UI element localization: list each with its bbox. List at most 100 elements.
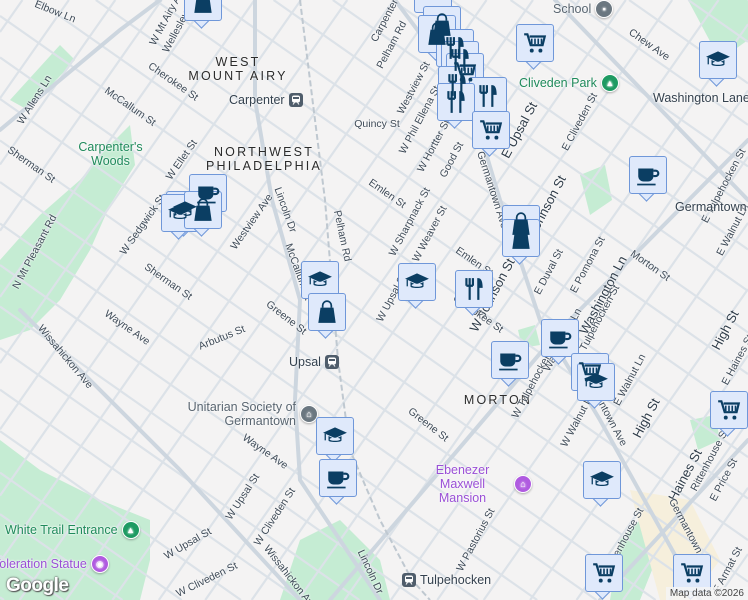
map-marker-shopping-cart[interactable] [710, 391, 748, 437]
street [0, 0, 24, 33]
map-marker-school[interactable] [316, 417, 354, 463]
park-icon: ▲ [600, 74, 619, 92]
coffee-icon [325, 465, 351, 491]
school-icon [589, 467, 615, 493]
marker-body [516, 24, 554, 62]
map-marker-shopping-bag[interactable] [308, 293, 346, 339]
map-marker-shopping-bag[interactable] [184, 0, 222, 29]
map-marker-school[interactable] [583, 461, 621, 507]
poi-label: Cliveden Park [519, 76, 597, 90]
park-icon: ▲ [121, 521, 140, 539]
marker-body [455, 270, 493, 308]
marker-body [316, 417, 354, 455]
marker-body [583, 461, 621, 499]
map-marker-school[interactable] [398, 263, 436, 309]
google-logo: Google [6, 575, 69, 596]
train-station-icon [324, 355, 339, 369]
marker-body [585, 554, 623, 592]
poi-transit[interactable]: Tulpehocken [402, 573, 491, 587]
map-marker-shopping-cart[interactable] [516, 24, 554, 70]
poi-label: Carpenter [229, 93, 285, 107]
street [157, 0, 581, 600]
shopping-cart-icon [679, 560, 705, 586]
neighborhood-label: WEST MOUNT AIRY [188, 55, 287, 83]
school-icon [583, 369, 609, 395]
coffee-icon [635, 162, 661, 188]
poi-park[interactable]: Carpenter's Woods [73, 140, 148, 168]
poi-transit[interactable]: Upsal [289, 355, 339, 369]
train-station-icon [402, 573, 416, 587]
map-marker-shopping-cart[interactable] [585, 554, 623, 600]
poi-historic[interactable]: Ebenezer Maxwell Mansion ⌂ [415, 463, 532, 505]
school-icon [322, 423, 348, 449]
poi-label: Upsal [289, 355, 321, 369]
shopping-bag-icon [314, 299, 340, 325]
marker-body [710, 391, 748, 429]
map-marker-coffee[interactable] [629, 156, 667, 202]
street-label: Quincy St [354, 117, 400, 130]
school-icon [705, 47, 731, 73]
restaurant-icon [443, 89, 469, 115]
poi-label: School [553, 2, 592, 16]
shopping-cart-icon [716, 397, 742, 423]
neighborhood-label: NORTHWEST PHILADELPHIA [206, 145, 322, 173]
poi-transit-label[interactable]: Germantown [675, 200, 747, 214]
poi-label: Unitarian Society of Germantown [187, 400, 296, 428]
marker-body [502, 219, 540, 257]
school-icon [307, 267, 333, 293]
map-marker-coffee[interactable] [319, 459, 357, 505]
map-marker-school[interactable] [577, 363, 615, 409]
marker-body [398, 263, 436, 301]
marker-body [184, 0, 222, 21]
poi-label: Ebenezer Maxwell Mansion [435, 463, 490, 505]
coffee-icon [547, 325, 573, 351]
poi-park[interactable]: White Trail Entrance ▲ [5, 521, 140, 539]
poi-worship[interactable]: Unitarian Society of Germantown ⌂ [181, 400, 318, 428]
train-station-icon [288, 93, 303, 107]
neighborhood-label-line: PHILADELPHIA [205, 159, 323, 173]
shopping-cart-icon [478, 117, 504, 143]
map-marker-shopping-cart[interactable] [472, 111, 510, 157]
restaurant-icon [461, 276, 487, 302]
map-marker-shopping-bag[interactable] [502, 219, 540, 265]
shopping-bag-icon [190, 197, 216, 223]
street [272, 0, 748, 334]
poi-label: Toleration Statue [0, 557, 87, 571]
poi-park[interactable]: Cliveden Park ▲ [519, 74, 619, 92]
poi-label: Carpenter's Woods [78, 140, 143, 168]
poi-attraction[interactable]: Toleration Statue ◉ [0, 555, 109, 573]
marker-body [541, 319, 579, 357]
poi-label: White Trail Entrance [5, 523, 118, 537]
historic-icon: ⌂ [514, 475, 532, 493]
poi-label: Washington Lane [653, 91, 748, 105]
marker-body [699, 41, 737, 79]
marker-body [491, 341, 529, 379]
poi-label: Germantown [675, 200, 747, 214]
map-marker-school[interactable] [699, 41, 737, 87]
poi-transit[interactable]: Carpenter [229, 93, 303, 107]
marker-body [577, 363, 615, 401]
neighborhood-label-line: WEST [215, 55, 261, 69]
school-icon [404, 269, 430, 295]
map-marker-coffee[interactable] [491, 341, 529, 387]
poi-transit-label[interactable]: Washington Lane [653, 91, 748, 105]
shopping-cart-icon [522, 30, 548, 56]
marker-body [629, 156, 667, 194]
neighborhood-label-line: NORTHWEST [213, 145, 315, 159]
marker-body [308, 293, 346, 331]
attraction-icon: ◉ [90, 555, 109, 573]
poi-school[interactable]: School ▪ [553, 0, 614, 18]
shopping-bag-icon [508, 225, 534, 251]
map-attribution[interactable]: Map data ©2026 [665, 587, 748, 600]
restaurant-icon [475, 83, 501, 109]
school-icon [420, 0, 446, 7]
marker-body [319, 459, 357, 497]
map-canvas[interactable]: WEST MOUNT AIRY NORTHWEST PHILADELPHIA MORTO… [0, 0, 748, 600]
map-marker-restaurant[interactable] [455, 270, 493, 316]
marker-body [472, 111, 510, 149]
school-icon: ▪ [595, 0, 614, 18]
shopping-bag-icon [190, 0, 216, 15]
poi-label: Tulpehocken [420, 573, 492, 587]
coffee-icon [497, 347, 523, 373]
neighborhood-label-line: MOUNT AIRY [188, 69, 288, 83]
